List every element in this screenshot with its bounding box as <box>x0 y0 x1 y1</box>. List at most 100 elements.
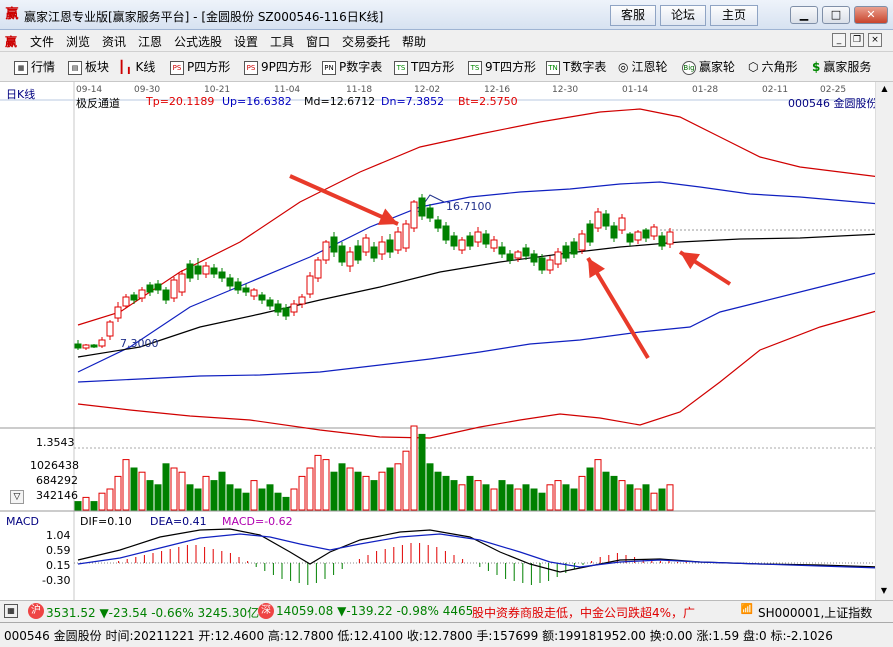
candle-body <box>178 273 186 293</box>
candle-body <box>410 201 418 229</box>
tool-winner-wheel[interactable]: Big 赢家轮 <box>682 58 735 76</box>
volume-bar <box>514 488 522 511</box>
ts-icon: TS <box>394 60 408 75</box>
candle-body <box>154 283 162 291</box>
candle-body <box>274 303 282 313</box>
candle-body <box>546 259 554 271</box>
indicator-name: 极反通道 <box>76 97 120 110</box>
ps-icon: PS <box>244 60 258 75</box>
tool-9p-square[interactable]: PS 9P四方形 <box>244 58 312 76</box>
index-selector[interactable]: SH000001,上证指数 <box>758 604 872 621</box>
volume-bar <box>314 454 322 511</box>
sh-index-quote[interactable]: 3531.52 ▼-23.54 -0.66% 3245.30亿 <box>46 604 259 621</box>
news-scroller[interactable]: 股中资券商股走低，中金公司跌超4%，广 <box>472 604 732 621</box>
forum-button[interactable]: 论坛 <box>660 5 706 26</box>
tool-t-square[interactable]: TS T四方形 <box>394 58 454 76</box>
tool-quotes[interactable]: ▦ 行情 <box>14 58 55 76</box>
scroll-down-icon[interactable]: ▼ <box>878 586 890 598</box>
sz-index-quote[interactable]: 14059.08 ▼-139.22 -0.98% 4465.6 <box>276 604 472 618</box>
volume-bar <box>354 471 362 511</box>
volume-bar <box>218 471 226 511</box>
volume-bar <box>386 467 394 511</box>
candle-body <box>322 241 330 261</box>
chart-area[interactable]: 09-14 09-30 10-21 11-04 11-18 12-02 12-16 12-30… <box>0 82 893 600</box>
antenna-icon: 📶 <box>740 604 754 615</box>
hexagon-icon: ⬡ <box>748 60 759 74</box>
low-price-mark: 7.3000 <box>120 337 159 350</box>
menu-settings[interactable]: 设置 <box>234 33 258 50</box>
customer-service-button[interactable]: 客服 <box>610 5 656 26</box>
tool-p-table[interactable]: PN P数字表 <box>322 58 382 76</box>
tool-sectors[interactable]: ▤ 板块 <box>68 58 109 76</box>
status-time: 时间:20211221 <box>105 629 195 643</box>
menu-gann[interactable]: 江恩 <box>138 33 162 50</box>
tool-gann-wheel[interactable]: ◎ 江恩轮 <box>618 58 668 76</box>
volume-bar <box>586 467 594 511</box>
status-bar: 000546 金圆股份 时间:20211221 开:12.4600 高:12.7… <box>0 622 893 647</box>
volume-bar <box>266 484 274 511</box>
menu-formula[interactable]: 公式选股 <box>174 33 222 50</box>
vertical-scrollbar[interactable]: ▲ ▼ <box>875 82 893 600</box>
volume-bar <box>226 484 234 511</box>
volume-bar <box>466 475 474 511</box>
menu-window[interactable]: 窗口 <box>306 33 330 50</box>
candle-icon: ┃╻ <box>118 60 133 74</box>
macd-axis-3: -0.30 <box>42 574 71 587</box>
status-low: 低:12.4100 <box>337 629 404 643</box>
volume-bar <box>434 471 442 511</box>
close-icon: ✕ <box>866 8 876 21</box>
date-tick: 09-14 <box>76 85 102 95</box>
candle-body <box>394 231 402 251</box>
candle-body <box>338 245 346 263</box>
volume-bar <box>554 480 562 511</box>
candle-body <box>210 267 218 275</box>
tool-hexagon[interactable]: ⬡ 六角形 <box>748 58 798 76</box>
volume-bar <box>234 488 242 511</box>
vol-axis-top: 1.3543 <box>36 436 75 449</box>
volume-bar <box>618 480 626 511</box>
candle-body <box>194 265 202 275</box>
scroll-up-icon[interactable]: ▲ <box>879 84 891 96</box>
mdi-minimize-button[interactable]: _ <box>832 33 846 47</box>
macd-axis-2: 0.15 <box>46 559 71 572</box>
volume-bar <box>170 467 178 511</box>
tool-t-table[interactable]: TN T数字表 <box>546 58 606 76</box>
date-tick: 10-21 <box>204 85 230 95</box>
candle-body <box>146 284 154 293</box>
status-high: 高:12.7800 <box>267 629 334 643</box>
volume-bar <box>194 488 202 511</box>
volume-bar <box>642 484 650 511</box>
mdi-close-button[interactable]: × <box>868 33 882 47</box>
candle-body <box>650 226 658 237</box>
menu-tools[interactable]: 工具 <box>270 33 294 50</box>
volume-bar <box>210 480 218 511</box>
homepage-button[interactable]: 主页 <box>710 5 758 26</box>
minimize-button[interactable]: ▁ <box>790 6 818 24</box>
candle-body <box>618 217 626 231</box>
menu-bar: 赢 文件 浏览 资讯 江恩 公式选股 设置 工具 窗口 交易委托 帮助 _ ❐ … <box>0 30 893 52</box>
volume-bar <box>362 475 370 511</box>
volume-bar <box>106 488 114 511</box>
volume-bar <box>98 492 106 511</box>
close-button[interactable]: ✕ <box>854 6 888 24</box>
menu-help[interactable]: 帮助 <box>402 33 426 50</box>
menu-trade[interactable]: 交易委托 <box>342 33 390 50</box>
mdi-restore-button[interactable]: ❐ <box>850 33 864 47</box>
collapse-button[interactable]: ▽ <box>10 490 24 504</box>
ticker-grid-icon[interactable]: ▦ <box>4 604 18 618</box>
menu-info[interactable]: 资讯 <box>102 33 126 50</box>
candle-body <box>386 239 394 253</box>
status-code: 000546 金圆股份 <box>4 629 102 643</box>
menu-file[interactable]: 文件 <box>30 33 54 50</box>
maximize-button[interactable]: □ <box>822 6 850 24</box>
tool-p-square[interactable]: PS P四方形 <box>170 58 230 76</box>
tool-kline[interactable]: ┃╻ K线 <box>118 58 155 76</box>
date-tick: 12-30 <box>552 85 578 95</box>
vol-axis-1: 1026438 <box>30 459 79 472</box>
tool-9t-square[interactable]: TS 9T四方形 <box>468 58 536 76</box>
status-hand: 手:157699 <box>476 629 539 643</box>
tool-service[interactable]: $ 赢家服务 <box>812 58 871 76</box>
candle-body <box>594 211 602 229</box>
volume-bar <box>634 488 642 511</box>
menu-browse[interactable]: 浏览 <box>66 33 90 50</box>
